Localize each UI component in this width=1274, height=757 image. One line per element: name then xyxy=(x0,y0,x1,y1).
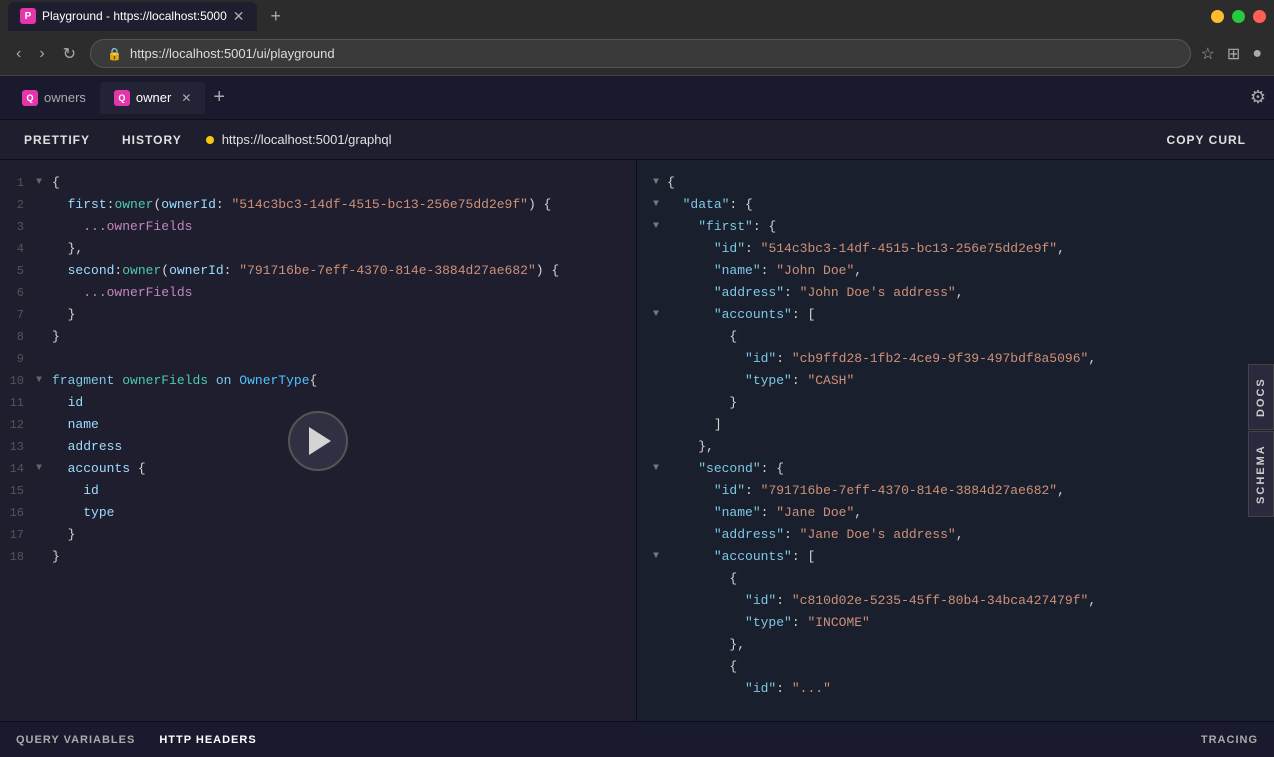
http-headers-button[interactable]: HTTP HEADERS xyxy=(159,734,256,746)
resp-line-10: "type": "CASH" xyxy=(653,370,1258,392)
playground-toolbar: PRETTIFY HISTORY https://localhost:5001/… xyxy=(0,120,1274,160)
tab-owner-label: owner xyxy=(136,90,171,105)
response-panel[interactable]: ▼ { ▼ "data": { ▼ "first": { "id": xyxy=(637,160,1274,721)
editor-line-4: 4 }, xyxy=(0,238,636,260)
tab-owners-icon: Q xyxy=(22,90,38,106)
docs-tab[interactable]: DOCS xyxy=(1248,364,1274,430)
extensions-icon[interactable]: ⊞ xyxy=(1227,44,1240,64)
resp-line-5: "name": "John Doe", xyxy=(653,260,1258,282)
tab-owners[interactable]: Q owners xyxy=(8,82,100,114)
resp-line-21: "type": "INCOME" xyxy=(653,612,1258,634)
query-variables-button[interactable]: QUERY VARIABLES xyxy=(16,734,135,746)
maximize-icon[interactable] xyxy=(1232,10,1245,23)
tab-owner-close-icon[interactable]: ✕ xyxy=(181,91,191,105)
tracing-button[interactable]: TRACING xyxy=(1201,734,1258,746)
resp-line-15: "id": "791716be-7eff-4370-814e-3884d27ae… xyxy=(653,480,1258,502)
tab-owner-icon: Q xyxy=(114,90,130,106)
resp-line-12: ] xyxy=(653,414,1258,436)
address-bar[interactable]: 🔒 https://localhost:5001/ui/playground xyxy=(90,39,1191,68)
editor-area: 1 ▼ { 2 first:owner(ownerId: "514c3bc3-1… xyxy=(0,160,1274,721)
add-tab-button[interactable]: + xyxy=(205,82,233,113)
resp-line-22: }, xyxy=(653,634,1258,656)
close-icon[interactable] xyxy=(1253,10,1266,23)
back-button[interactable]: ‹ xyxy=(12,41,25,67)
resp-line-20: "id": "c810d02e-5235-45ff-80b4-34bca4274… xyxy=(653,590,1258,612)
minimize-icon[interactable] xyxy=(1211,10,1224,23)
query-tabs-bar: Q owners Q owner ✕ + ⚙ xyxy=(0,76,1274,120)
browser-titlebar: P Playground - https://localhost:5000 ✕ … xyxy=(0,0,1274,32)
schema-tab[interactable]: SCHEMA xyxy=(1248,432,1274,518)
resp-line-8: { xyxy=(653,326,1258,348)
resp-line-11: } xyxy=(653,392,1258,414)
tab-owners-label: owners xyxy=(44,90,86,105)
resp-line-16: "name": "Jane Doe", xyxy=(653,502,1258,524)
window-controls xyxy=(1211,10,1266,23)
playground-container: Q owners Q owner ✕ + ⚙ PRETTIFY HISTORY … xyxy=(0,76,1274,757)
browser-tab-title: Playground - https://localhost:5000 xyxy=(42,9,227,23)
resp-line-13: }, xyxy=(653,436,1258,458)
editor-line-17: 17 } xyxy=(0,524,636,546)
play-icon xyxy=(309,427,331,455)
browser-toolbar-icons: ☆ ⊞ ● xyxy=(1201,44,1262,64)
editor-line-3: 3 ...ownerFields xyxy=(0,216,636,238)
resp-line-17: "address": "Jane Doe's address", xyxy=(653,524,1258,546)
bookmark-icon[interactable]: ☆ xyxy=(1201,44,1215,64)
settings-icon[interactable]: ⚙ xyxy=(1250,87,1266,108)
resp-line-24: "id": "..." xyxy=(653,678,1258,700)
editor-line-9: 9 xyxy=(0,348,636,370)
new-tab-button[interactable]: + xyxy=(265,4,288,29)
prettify-button[interactable]: PRETTIFY xyxy=(16,129,98,151)
editor-content: 1 ▼ { 2 first:owner(ownerId: "514c3bc3-1… xyxy=(0,160,636,580)
editor-line-18: 18 } xyxy=(0,546,636,568)
browser-tab-active[interactable]: P Playground - https://localhost:5000 ✕ xyxy=(8,2,257,31)
editor-line-7: 7 } xyxy=(0,304,636,326)
history-button[interactable]: HISTORY xyxy=(114,129,190,151)
tab-owner[interactable]: Q owner ✕ xyxy=(100,82,205,114)
endpoint-status-dot xyxy=(206,136,214,144)
profile-icon[interactable]: ● xyxy=(1252,45,1262,63)
editor-line-2: 2 first:owner(ownerId: "514c3bc3-14df-45… xyxy=(0,194,636,216)
resp-line-18: ▼ "accounts": [ xyxy=(653,546,1258,568)
resp-line-2: ▼ "data": { xyxy=(653,194,1258,216)
refresh-button[interactable]: ↻ xyxy=(59,40,80,68)
url-text: https://localhost:5001/ui/playground xyxy=(130,46,335,61)
editor-line-16: 16 type xyxy=(0,502,636,524)
browser-toolbar: ‹ › ↻ 🔒 https://localhost:5001/ui/playgr… xyxy=(0,32,1274,76)
editor-line-10: 10 ▼ fragment ownerFields on OwnerType{ xyxy=(0,370,636,392)
endpoint-display: https://localhost:5001/graphql xyxy=(206,132,392,147)
resp-line-19: { xyxy=(653,568,1258,590)
response-content: ▼ { ▼ "data": { ▼ "first": { "id": xyxy=(637,160,1274,712)
lock-icon: 🔒 xyxy=(107,47,122,61)
tab-close-icon[interactable]: ✕ xyxy=(233,8,245,25)
editor-line-1: 1 ▼ { xyxy=(0,172,636,194)
editor-line-5: 5 second:owner(ownerId: "791716be-7eff-4… xyxy=(0,260,636,282)
favicon-icon: P xyxy=(20,8,36,24)
resp-line-4: "id": "514c3bc3-14df-4515-bc13-256e75dd2… xyxy=(653,238,1258,260)
resp-line-3: ▼ "first": { xyxy=(653,216,1258,238)
query-editor[interactable]: 1 ▼ { 2 first:owner(ownerId: "514c3bc3-1… xyxy=(0,160,637,721)
bottom-bar: QUERY VARIABLES HTTP HEADERS TRACING xyxy=(0,721,1274,757)
resp-line-1: ▼ { xyxy=(653,172,1258,194)
resp-line-7: ▼ "accounts": [ xyxy=(653,304,1258,326)
editor-line-6: 6 ...ownerFields xyxy=(0,282,636,304)
resp-line-14: ▼ "second": { xyxy=(653,458,1258,480)
resp-line-23: { xyxy=(653,656,1258,678)
play-button[interactable] xyxy=(288,411,348,471)
editor-line-8: 8 } xyxy=(0,326,636,348)
endpoint-url: https://localhost:5001/graphql xyxy=(222,132,392,147)
resp-line-9: "id": "cb9ffd28-1fb2-4ce9-9f39-497bdf8a5… xyxy=(653,348,1258,370)
side-tabs: DOCS SCHEMA xyxy=(1248,364,1274,517)
forward-button[interactable]: › xyxy=(35,41,48,67)
resp-line-6: "address": "John Doe's address", xyxy=(653,282,1258,304)
editor-line-15: 15 id xyxy=(0,480,636,502)
copy-curl-button[interactable]: COPY CURL xyxy=(1155,129,1258,151)
